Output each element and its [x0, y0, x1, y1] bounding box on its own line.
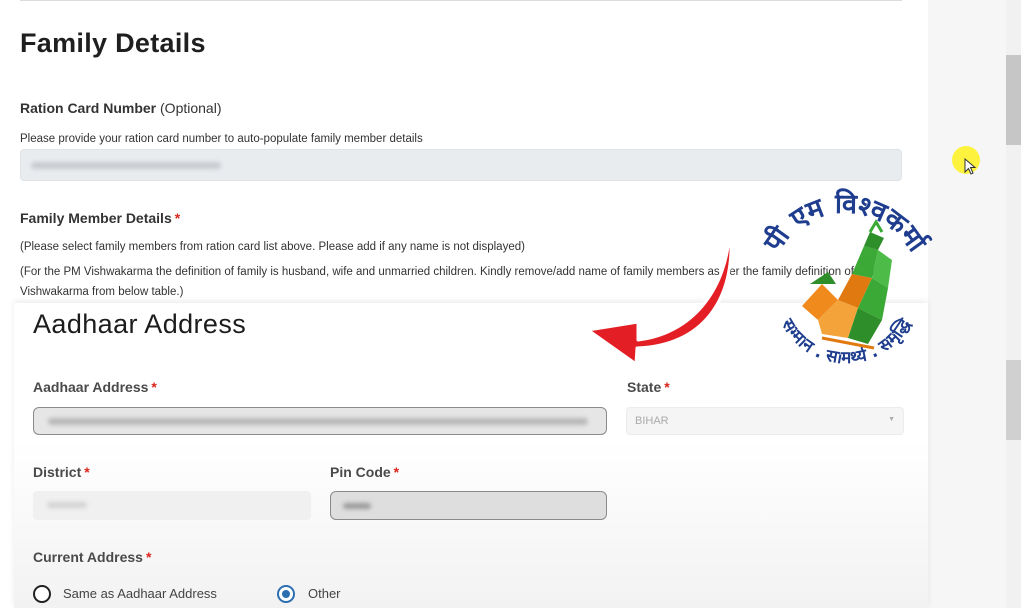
family-member-note-1: (Please select family members from ratio…: [20, 241, 525, 253]
district-label: District *: [33, 464, 90, 480]
aadhaar-address-label: Aadhaar Address *: [33, 379, 157, 395]
red-curved-arrow-icon: [586, 224, 733, 366]
pin-code-input[interactable]: [330, 491, 607, 520]
radio-other-label[interactable]: Other: [308, 586, 341, 601]
radio-same-as-aadhaar-label[interactable]: Same as Aadhaar Address: [63, 586, 217, 601]
pin-code-label: Pin Code *: [330, 464, 399, 480]
required-asterisk: *: [84, 464, 90, 480]
artisan-emblem-icon: [802, 219, 892, 350]
chevron-down-icon: ▼: [888, 416, 895, 423]
family-member-details-label: Family Member Details *: [20, 210, 180, 226]
district-input[interactable]: [33, 491, 311, 520]
ration-card-label: Ration Card Number (Optional): [20, 100, 221, 116]
state-label: State *: [627, 379, 670, 395]
current-address-label: Current Address *: [33, 549, 151, 565]
logo-top-text: पी एम विश्वकर्मा: [756, 188, 934, 259]
required-asterisk: *: [151, 379, 157, 395]
current-address-label-text: Current Address: [33, 549, 143, 565]
radio-other[interactable]: [277, 585, 295, 603]
state-selected-value: BIHAR: [635, 415, 669, 427]
ration-card-label-text: Ration Card Number: [20, 100, 157, 116]
required-asterisk: *: [393, 464, 400, 480]
state-label-text: State: [627, 379, 662, 395]
scrollbar-thumb[interactable]: [1006, 55, 1021, 145]
required-asterisk: *: [664, 379, 670, 395]
aadhaar-address-input[interactable]: [33, 407, 607, 435]
required-asterisk: *: [174, 210, 181, 226]
mouse-pointer-icon: [964, 158, 977, 175]
ration-card-blurred-value: [31, 162, 221, 169]
ration-card-help-text: Please provide your ration card number t…: [20, 133, 423, 145]
family-member-details-label-text: Family Member Details: [20, 210, 172, 226]
scrollbar-thumb-lower[interactable]: [1006, 360, 1021, 440]
page-right-gutter: [928, 0, 1006, 608]
pin-code-label-text: Pin Code: [330, 464, 391, 480]
aadhaar-address-title: Aadhaar Address: [33, 309, 247, 339]
ration-card-input[interactable]: [20, 149, 902, 181]
ration-card-optional: (Optional): [160, 100, 222, 116]
district-blurred-value: [47, 502, 87, 508]
aadhaar-address-label-text: Aadhaar Address: [33, 379, 149, 395]
svg-text:पी एम विश्वकर्मा: पी एम विश्वकर्मा: [757, 188, 934, 258]
district-label-text: District: [33, 464, 82, 480]
family-details-title: Family Details: [20, 28, 206, 58]
top-divider: [20, 0, 902, 1]
state-select[interactable]: BIHAR ▼: [626, 407, 904, 435]
pm-vishwakarma-logo: पी एम विश्वकर्मा सम्मान . सामर्थ्य . समृ…: [756, 188, 934, 369]
pin-code-blurred-value: [343, 503, 371, 509]
required-asterisk: *: [145, 549, 152, 565]
aadhaar-address-blurred-value: [48, 418, 588, 425]
radio-same-as-aadhaar[interactable]: [33, 585, 51, 603]
radio-selected-dot: [282, 590, 290, 598]
